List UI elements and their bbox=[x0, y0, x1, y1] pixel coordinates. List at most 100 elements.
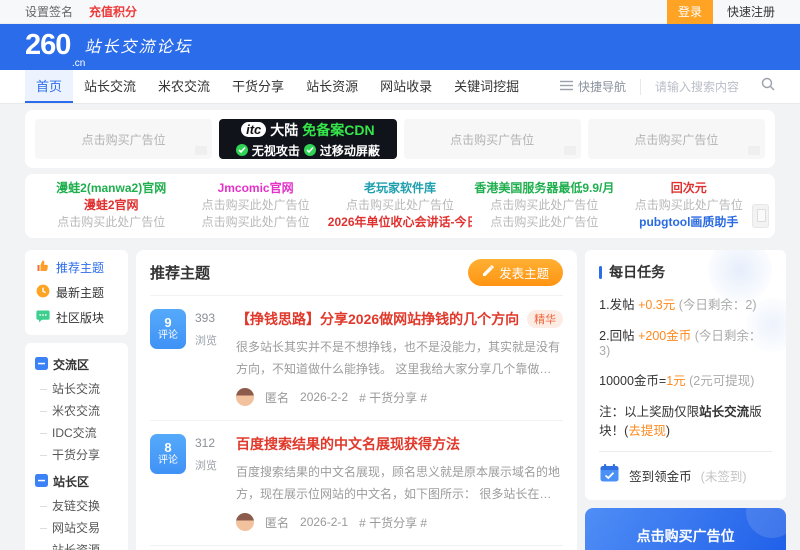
daily-tasks-card: 每日任务 1.发帖 +0.3元 (今日剩余：2) 2.回帖 +200金币 (今日… bbox=[585, 250, 787, 500]
forum-link[interactable]: 友链交换 bbox=[25, 495, 128, 517]
text-ad-link[interactable]: 点击购买此处广告位 bbox=[183, 214, 327, 231]
post-row[interactable]: 9 评论 393 浏览 【挣钱思路】分享2026做网站挣钱的几个方向 精华 很多… bbox=[150, 295, 564, 420]
pencil-icon bbox=[482, 265, 494, 280]
section-webmaster[interactable]: 站长区 bbox=[25, 466, 128, 495]
quick-nav-button[interactable]: 快捷导航 bbox=[559, 78, 626, 95]
post-tag[interactable]: # 干货分享 # bbox=[359, 389, 427, 406]
comment-label: 评论 bbox=[158, 330, 178, 341]
withdraw-link[interactable]: 去提现 bbox=[628, 424, 666, 438]
panel-title: 推荐主题 bbox=[150, 265, 211, 282]
avatar[interactable] bbox=[236, 388, 254, 407]
chat-bubble-icon bbox=[36, 309, 50, 326]
ad-corner-mark bbox=[563, 146, 576, 155]
register-link[interactable]: 快速注册 bbox=[727, 3, 775, 20]
buy-ad-slot-label: 点击购买广告位 bbox=[81, 132, 166, 147]
sidebar-item-label: 社区版块 bbox=[56, 311, 105, 325]
forum-link[interactable]: 站长资源 bbox=[25, 539, 128, 550]
cdn-ad-banner[interactable]: itc 大陆 免备案CDN 无视攻击 过移动屏蔽 bbox=[219, 119, 397, 159]
comment-count: 9 bbox=[164, 315, 172, 330]
new-post-button[interactable]: 发表主题 bbox=[468, 259, 564, 286]
checkin-status: (未签到) bbox=[700, 470, 747, 484]
nav-tab[interactable]: 米农交流 bbox=[147, 70, 221, 103]
sidebar-item-latest[interactable]: 最新主题 bbox=[25, 280, 128, 305]
nav-tab[interactable]: 关键词挖掘 bbox=[443, 70, 530, 103]
text-ad-link[interactable]: 回次元 bbox=[617, 180, 761, 197]
collapse-minus-icon[interactable] bbox=[35, 356, 48, 373]
nav-tab[interactable]: 网站收录 bbox=[369, 70, 443, 103]
text-ad-link[interactable]: 点击购买此处广告位 bbox=[328, 197, 472, 214]
avatar[interactable] bbox=[236, 513, 254, 532]
search-icon[interactable] bbox=[761, 77, 775, 96]
set-signature-link[interactable]: 设置签名 bbox=[25, 3, 73, 20]
forum-link[interactable]: 干货分享 bbox=[25, 444, 128, 466]
cdn-ad-text: 大陆 bbox=[270, 121, 299, 138]
task-note: 注：以上奖励仅限站长交流版块！(去提现) bbox=[599, 405, 762, 438]
text-ad-link[interactable]: 点击购买此处广告位 bbox=[39, 214, 183, 231]
nav-tab[interactable]: 干货分享 bbox=[221, 70, 295, 103]
forum-link[interactable]: 站长交流 bbox=[25, 378, 128, 400]
text-ad-link[interactable]: 2026年单位收心会讲话-今日文秘 bbox=[328, 214, 472, 231]
cdn-feature-2: 过移动屏蔽 bbox=[319, 143, 380, 158]
buy-ad-slot[interactable]: 点击购买广告位 bbox=[587, 119, 765, 159]
left-sidebar: 推荐主题 最新主题 社区版块 交流区 站长交流 米农交流 IDC交流 干货分享 … bbox=[25, 250, 128, 550]
recharge-points-link[interactable]: 充值积分 bbox=[89, 3, 137, 20]
nav-tab[interactable]: 站长交流 bbox=[73, 70, 147, 103]
top-bar: 设置签名 充值积分 登录 快速注册 bbox=[0, 0, 800, 24]
post-row[interactable]: 7 评论 249 浏览 做了个260社区的电脑端软件和手机端软件 做了个软件，不… bbox=[150, 545, 564, 550]
site-header: 260 .cn 站长交流论坛 bbox=[0, 24, 800, 70]
checkin-label: 签到领金币 bbox=[629, 470, 692, 484]
check-icon bbox=[303, 144, 316, 156]
text-ad-link[interactable]: 点击购买此处广告位 bbox=[617, 197, 761, 214]
comment-count-badge[interactable]: 8 评论 bbox=[150, 434, 186, 475]
forum-link[interactable]: IDC交流 bbox=[25, 422, 128, 444]
post-row[interactable]: 8 评论 312 浏览 百度搜索结果的中文名展现获得方法 百度搜索结果的中文名展… bbox=[150, 420, 564, 545]
text-ad-link[interactable]: 点击购买此处广告位 bbox=[472, 197, 616, 214]
post-title-link[interactable]: 百度搜索结果的中文名展现获得方法 bbox=[236, 434, 460, 454]
text-ad-link[interactable]: 香港美国服务器最低9.9/月 bbox=[472, 180, 616, 197]
collapse-minus-icon[interactable] bbox=[35, 473, 48, 490]
post-tag[interactable]: # 干货分享 # bbox=[359, 514, 427, 531]
section-title-label: 站长区 bbox=[53, 475, 90, 489]
sidebar-item-forums[interactable]: 社区版块 bbox=[25, 305, 128, 330]
text-ad-link[interactable]: 点击购买此处广告位 bbox=[183, 197, 327, 214]
checkin-row[interactable]: 签到领金币 (未签到) bbox=[599, 451, 773, 488]
buy-ad-slot-label: 点击购买广告位 bbox=[450, 132, 535, 147]
task-line: 2.回帖 +200金币 (今日剩余：3) bbox=[599, 329, 762, 358]
text-ad-link[interactable]: 漫蛙2官网 bbox=[39, 197, 183, 214]
main-nav: 首页 站长交流 米农交流 干货分享 站长资源 网站收录 关键词挖掘 快捷导航 bbox=[0, 70, 800, 104]
section-exchange[interactable]: 交流区 bbox=[25, 349, 128, 378]
post-author[interactable]: 匿名 bbox=[265, 389, 289, 406]
post-title-link[interactable]: 【挣钱思路】分享2026做网站挣钱的几个方向 bbox=[236, 309, 519, 329]
decorative-circle bbox=[746, 508, 787, 538]
post-author[interactable]: 匿名 bbox=[265, 514, 289, 531]
forum-link[interactable]: 网站交易 bbox=[25, 517, 128, 539]
comment-count-badge[interactable]: 9 评论 bbox=[150, 309, 186, 349]
floating-mobile-widget[interactable] bbox=[752, 204, 769, 228]
buy-ad-banner[interactable]: 点击购买广告位 bbox=[585, 508, 787, 550]
ad-corner-mark bbox=[748, 146, 760, 155]
sidebar-item-recommended[interactable]: 推荐主题 bbox=[25, 255, 128, 280]
text-ad-link[interactable]: Jmcomic官网 bbox=[183, 180, 327, 197]
sidebar-item-label: 最新主题 bbox=[56, 286, 105, 300]
cdn-ad-text-green: 免备案CDN bbox=[302, 121, 375, 138]
search-input[interactable] bbox=[655, 79, 753, 94]
text-ad-link[interactable]: 漫蛙2(manwa2)官网 bbox=[39, 180, 183, 197]
login-button[interactable]: 登录 bbox=[666, 0, 713, 24]
hamburger-icon bbox=[559, 80, 573, 94]
new-post-label: 发表主题 bbox=[499, 267, 550, 281]
view-label: 浏览 bbox=[195, 460, 217, 473]
text-ad-link[interactable]: 老玩家软件库 bbox=[328, 180, 472, 197]
buy-ad-slot[interactable]: 点击购买广告位 bbox=[35, 119, 213, 159]
right-sidebar: 每日任务 1.发帖 +0.3元 (今日剩余：2) 2.回帖 +200金币 (今日… bbox=[585, 250, 787, 550]
site-logo[interactable]: 260 .cn bbox=[25, 30, 85, 68]
nav-tab[interactable]: 站长资源 bbox=[295, 70, 369, 103]
buy-ad-slot[interactable]: 点击购买广告位 bbox=[403, 119, 581, 159]
nav-tab-home[interactable]: 首页 bbox=[25, 70, 74, 103]
text-ad-link[interactable]: 点击购买此处广告位 bbox=[472, 214, 616, 231]
forum-link[interactable]: 米农交流 bbox=[25, 400, 128, 422]
cdn-feature-1: 无视攻击 bbox=[251, 143, 300, 158]
view-label: 浏览 bbox=[195, 335, 217, 347]
itc-logo: itc bbox=[241, 122, 267, 137]
text-ad-link[interactable]: pubgtool画质助手 bbox=[617, 214, 761, 231]
post-excerpt: 百度搜索结果的中文名展现，顾名思义就是原本展示域名的地方，现在展示位网站的中文名… bbox=[236, 465, 561, 501]
